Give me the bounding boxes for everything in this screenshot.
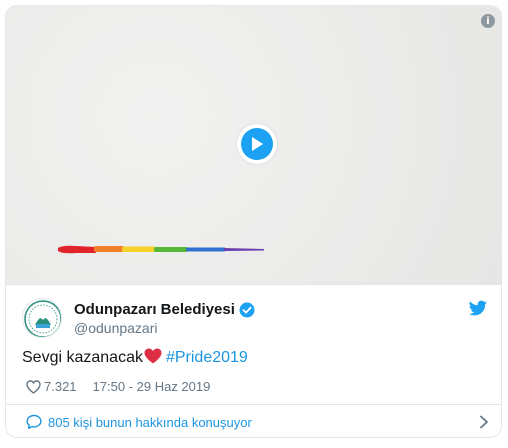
play-icon (241, 128, 273, 160)
chevron-right-icon (480, 415, 488, 429)
rainbow-brush-stroke (58, 245, 264, 254)
hashtag-link[interactable]: #Pride2019 (166, 349, 248, 366)
author-name[interactable]: Odunpazarı Belediyesi (74, 301, 255, 318)
like-button[interactable]: 7.321 (26, 379, 77, 394)
author-handle[interactable]: @odunpazari (74, 320, 158, 336)
author-name-text: Odunpazarı Belediyesi (74, 301, 235, 318)
red-heart-icon (144, 348, 162, 364)
tweet-timestamp[interactable]: 17:50 - 29 Haz 2019 (93, 379, 211, 394)
conversation-label: 805 kişi bunun hakkında konuşuyor (48, 414, 252, 430)
verified-badge-icon (239, 302, 255, 317)
like-count: 7.321 (44, 379, 77, 394)
tweet-embed-card: i Odunpazarı Belediyesi @odunpazari Sevg… (5, 5, 502, 438)
tweet-text-body: Sevgi kazanacak (22, 349, 143, 366)
twitter-bird-icon[interactable] (468, 300, 488, 318)
speech-bubble-icon (26, 414, 42, 429)
avatar[interactable] (22, 298, 62, 338)
tweet-text: Sevgi kazanacak #Pride2019 (22, 346, 248, 370)
conversation-link[interactable]: 805 kişi bunun hakkında konuşuyor (6, 404, 501, 437)
play-button[interactable] (237, 124, 277, 164)
video-player[interactable]: i (6, 6, 501, 285)
heart-outline-icon (26, 379, 41, 394)
tweet-header: Odunpazarı Belediyesi @odunpazari (22, 298, 488, 338)
tweet-meta: 7.321 17:50 - 29 Haz 2019 (26, 379, 210, 394)
info-icon[interactable]: i (481, 14, 495, 28)
